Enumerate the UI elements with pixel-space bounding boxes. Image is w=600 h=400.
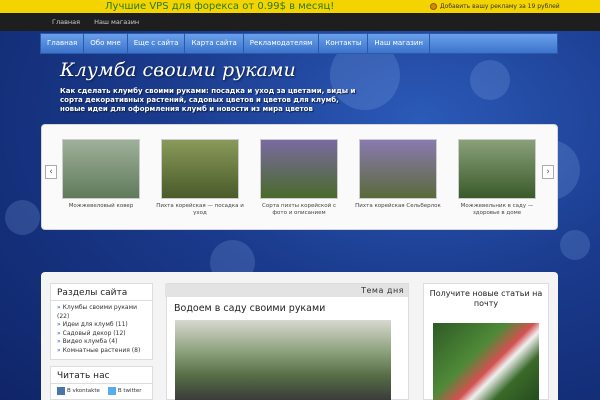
category-link[interactable]: Комнатные растения (8) — [57, 347, 146, 356]
featured-tag: Тема дня — [165, 284, 408, 297]
sections-widget-title: Разделы сайта — [51, 284, 152, 301]
nav-item-shop[interactable]: Наш магазин — [368, 34, 430, 53]
nav-item-about[interactable]: Обо мне — [84, 34, 128, 53]
twitter-icon — [107, 387, 116, 395]
ad-bar: Лучшие VPS для форекса от 0.99$ в месяц!… — [0, 0, 600, 13]
image-slider: ‹ › Можжевеловый ковер Пихта корейская —… — [41, 124, 558, 230]
background-bokeh — [560, 230, 590, 260]
vk-icon — [57, 387, 65, 395]
add-ad-label: Добавить вашу рекламу за 19 рублей — [440, 3, 560, 10]
nav-item-contacts[interactable]: Контакты — [319, 34, 369, 53]
slider-thumbnail[interactable] — [359, 139, 437, 199]
featured-post-title[interactable]: Водоем в саду своими руками — [174, 303, 325, 314]
nav-item-home[interactable]: Главная — [41, 34, 85, 53]
slider-item[interactable]: Пихта корейская — посадка и уход — [155, 139, 245, 217]
vk-label: В vkontakte — [67, 388, 100, 394]
slider-caption[interactable]: Сорта пихты корейской с фото и описанием — [254, 203, 344, 217]
follow-widget-title: Читать нас — [51, 367, 152, 384]
category-link[interactable]: Клумбы своими руками (22) — [57, 304, 146, 321]
subscribe-title: Получите новые статьи на почту — [429, 289, 543, 308]
slider-item[interactable]: Можжевельник в саду — здоровье в доме — [452, 139, 542, 217]
top-link-home[interactable]: Главная — [52, 13, 80, 31]
subscribe-image — [433, 323, 539, 400]
add-ad-link[interactable]: Добавить вашу рекламу за 19 рублей — [430, 0, 560, 13]
category-link[interactable]: Садовый декор (12) — [57, 330, 146, 339]
chevron-right-icon: › — [546, 167, 550, 177]
nav-item-more[interactable]: Еще с сайта — [128, 34, 186, 53]
site-title[interactable]: Клумба своими руками — [60, 59, 296, 81]
featured-post-image[interactable] — [175, 320, 391, 400]
nav-item-advertisers[interactable]: Рекламодателям — [244, 34, 320, 53]
coin-icon — [430, 3, 437, 10]
slider-item[interactable]: Можжевеловый ковер — [56, 139, 146, 210]
slider-thumbnail[interactable] — [62, 139, 140, 199]
main-nav: Главная Обо мне Еще с сайта Карта сайта … — [40, 33, 558, 54]
slider-item[interactable]: Сорта пихты корейской с фото и описанием — [254, 139, 344, 217]
slider-thumbnail[interactable] — [260, 139, 338, 199]
twitter-link[interactable]: В twitter — [107, 387, 142, 395]
slider-caption[interactable]: Пихта корейская Сельберлок — [353, 203, 443, 210]
slider-next-button[interactable]: › — [542, 165, 554, 179]
site-tagline: Как сделать клумбу своими руками: посадк… — [60, 87, 356, 113]
twitter-label: В twitter — [117, 388, 142, 394]
slider-item[interactable]: Пихта корейская Сельберлок — [353, 139, 443, 210]
top-link-shop[interactable]: Наш магазин — [94, 13, 139, 31]
subscribe-widget: Получите новые статьи на почту — [423, 283, 549, 400]
slider-caption[interactable]: Можжевельник в саду — здоровье в доме — [452, 203, 542, 217]
nav-item-sitemap[interactable]: Карта сайта — [185, 34, 244, 53]
vk-link[interactable]: В vkontakte — [57, 387, 100, 395]
ad-link[interactable]: Лучшие VPS для форекса от 0.99$ в месяц! — [105, 0, 334, 13]
featured-post: Тема дня Водоем в саду своими руками — [165, 283, 409, 400]
top-bar: Главная Наш магазин — [0, 13, 600, 31]
slider-thumbnail[interactable] — [458, 139, 536, 199]
slider-caption[interactable]: Можжевеловый ковер — [56, 203, 146, 210]
chevron-left-icon: ‹ — [49, 167, 53, 177]
category-link[interactable]: Видео клумба (4) — [57, 338, 146, 347]
background-bokeh — [5, 200, 40, 235]
slider-caption[interactable]: Пихта корейская — посадка и уход — [155, 203, 245, 217]
category-link[interactable]: Идеи для клумб (11) — [57, 321, 146, 330]
background-bokeh — [470, 60, 510, 100]
sections-widget: Разделы сайта Клумбы своими руками (22) … — [50, 283, 153, 360]
slider-thumbnail[interactable] — [161, 139, 239, 199]
follow-widget: Читать нас В vkontakte В twitter — [50, 366, 153, 400]
